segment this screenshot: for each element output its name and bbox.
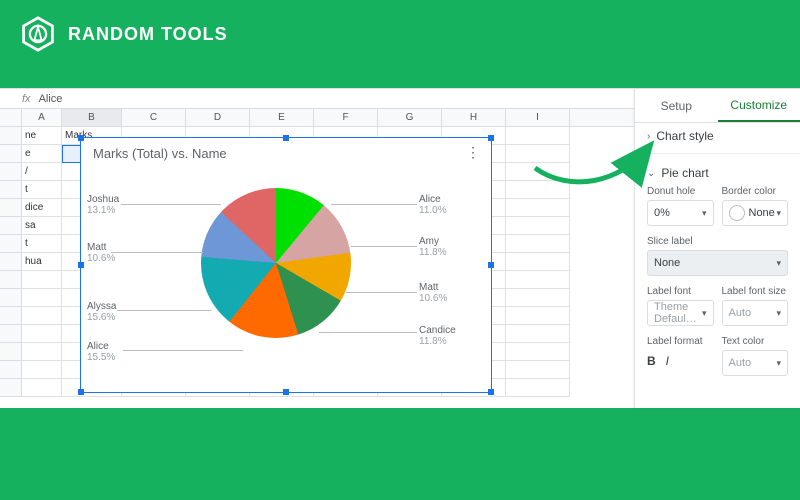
leader-line: [111, 252, 203, 253]
cell[interactable]: e: [22, 145, 62, 163]
tab-customize[interactable]: Customize: [718, 89, 800, 122]
cell-A1[interactable]: ne: [22, 127, 62, 145]
pie-label: Amy11.8%: [419, 236, 447, 258]
resize-handle[interactable]: [488, 389, 494, 395]
resize-handle[interactable]: [78, 389, 84, 395]
section-chart-style[interactable]: › Chart style: [647, 129, 788, 143]
col-header-G[interactable]: G: [378, 109, 442, 126]
label-font-label: Label font: [647, 286, 714, 297]
section-pie-chart[interactable]: ⌄ Pie chart: [647, 166, 788, 180]
border-color-label: Border color: [722, 186, 789, 197]
border-color-dropdown[interactable]: None▾: [722, 200, 789, 226]
pie-label: Candice11.8%: [419, 325, 456, 347]
cell[interactable]: sa: [22, 217, 62, 235]
leader-line: [351, 246, 417, 247]
caret-down-icon: ▾: [776, 358, 781, 369]
chart-title: Marks (Total) vs. Name: [81, 138, 491, 161]
brand-name: RANDOM TOOLS: [68, 24, 228, 45]
resize-handle[interactable]: [283, 135, 289, 141]
italic-button[interactable]: I: [666, 354, 669, 368]
select-all-corner[interactable]: [0, 109, 22, 126]
brand-header: RANDOM TOOLS: [0, 0, 800, 68]
resize-handle[interactable]: [488, 135, 494, 141]
leader-line: [121, 204, 221, 205]
resize-handle[interactable]: [283, 389, 289, 395]
col-header-F[interactable]: F: [314, 109, 378, 126]
leader-line: [346, 292, 417, 293]
tab-setup[interactable]: Setup: [635, 89, 718, 122]
leader-line: [117, 310, 211, 311]
pie-area: Alice11.0% Amy11.8% Matt10.6% Candice11.…: [81, 164, 491, 388]
text-color-label: Text color: [722, 336, 789, 347]
pie-label: Alice15.5%: [87, 341, 115, 363]
col-header-A[interactable]: A: [22, 109, 62, 126]
cell[interactable]: hua: [22, 253, 62, 271]
caret-down-icon: ▾: [776, 208, 781, 219]
caret-down-icon: ▾: [776, 308, 781, 319]
formula-value: Alice: [39, 93, 63, 105]
cell[interactable]: dice: [22, 199, 62, 217]
col-header-C[interactable]: C: [122, 109, 186, 126]
panel-tabs: Setup Customize: [635, 89, 800, 123]
bold-button[interactable]: B: [647, 354, 656, 368]
chart-editor-panel: Setup Customize › Chart style ⌄ Pie char…: [634, 89, 800, 408]
label-size-dropdown[interactable]: Auto▾: [722, 300, 789, 326]
pie-label: Matt10.6%: [419, 282, 447, 304]
chevron-right-icon: ›: [647, 131, 650, 142]
leader-line: [331, 204, 417, 205]
cell[interactable]: t: [22, 235, 62, 253]
pie-label: Alyssa15.6%: [87, 301, 116, 323]
slice-label-dropdown[interactable]: None▾: [647, 250, 788, 276]
chart-more-icon[interactable]: ⋮: [466, 144, 481, 161]
donut-hole-dropdown[interactable]: 0%▾: [647, 200, 714, 226]
caret-down-icon: ▾: [776, 258, 781, 269]
col-header-H[interactable]: H: [442, 109, 506, 126]
col-header-D[interactable]: D: [186, 109, 250, 126]
fx-label: fx: [22, 93, 31, 105]
label-font-dropdown[interactable]: Theme Defaul…▾: [647, 300, 714, 326]
cell[interactable]: t: [22, 181, 62, 199]
text-color-dropdown[interactable]: Auto▾: [722, 350, 789, 376]
resize-handle[interactable]: [78, 135, 84, 141]
col-header-E[interactable]: E: [250, 109, 314, 126]
pie-label: Joshua13.1%: [87, 194, 119, 216]
brand-logo-icon: [20, 16, 56, 52]
col-header-I[interactable]: I: [506, 109, 570, 126]
pie-label: Matt10.6%: [87, 242, 115, 264]
caret-down-icon: ▾: [702, 208, 707, 219]
leader-line: [123, 350, 243, 351]
col-header-B[interactable]: B: [62, 109, 122, 126]
label-size-label: Label font size: [722, 286, 789, 297]
caret-down-icon: ▾: [702, 308, 707, 319]
pie-label: Alice11.0%: [419, 194, 447, 216]
embedded-chart[interactable]: Marks (Total) vs. Name ⋮ Alice11.0% Amy1…: [80, 137, 492, 393]
donut-hole-label: Donut hole: [647, 186, 714, 197]
leader-line: [319, 332, 417, 333]
pie-chart: [201, 188, 351, 338]
label-format-label: Label format: [647, 336, 714, 347]
slice-label-label: Slice label: [647, 236, 788, 247]
cell[interactable]: /: [22, 163, 62, 181]
spreadsheet-app: fx Alice A B C D E F G H I ne Marks e: [0, 88, 800, 408]
color-swatch-icon: [729, 205, 745, 221]
chevron-down-icon: ⌄: [647, 168, 655, 179]
label-format-buttons: B I: [647, 350, 714, 368]
